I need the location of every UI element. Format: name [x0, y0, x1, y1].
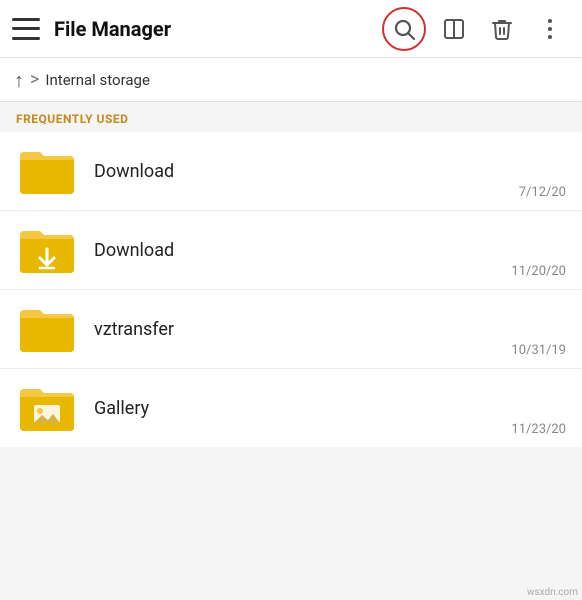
folder-icon-wrap	[16, 300, 78, 358]
section-label: FREQUENTLY USED	[0, 102, 582, 132]
file-info: Gallery	[94, 398, 511, 419]
file-list: Download 7/12/20 Download 11/20/20	[0, 132, 582, 447]
header-actions	[382, 7, 570, 51]
more-options-button[interactable]	[530, 9, 570, 49]
file-date: 7/12/20	[519, 185, 566, 200]
file-name: vztransfer	[94, 319, 511, 340]
trash-icon	[490, 17, 514, 41]
download-folder-icon	[18, 225, 76, 275]
folder-icon	[18, 146, 76, 196]
file-date: 11/23/20	[511, 422, 566, 437]
file-item[interactable]: vztransfer 10/31/19	[0, 290, 582, 369]
file-item[interactable]: Download 11/20/20	[0, 211, 582, 290]
file-name: Download	[94, 161, 519, 182]
file-item[interactable]: Download 7/12/20	[0, 132, 582, 211]
gallery-folder-icon	[18, 383, 76, 433]
menu-icon[interactable]	[12, 18, 40, 40]
file-info: Download	[94, 240, 511, 261]
file-info: vztransfer	[94, 319, 511, 340]
split-screen-icon	[442, 17, 466, 41]
folder-icon-wrap	[16, 221, 78, 279]
file-name: Download	[94, 240, 511, 261]
folder-icon	[18, 304, 76, 354]
header: File Manager	[0, 0, 582, 58]
breadcrumb: ↑ > Internal storage	[0, 58, 582, 102]
app-title: File Manager	[54, 17, 382, 41]
delete-button[interactable]	[482, 9, 522, 49]
search-icon	[392, 17, 416, 41]
more-vert-icon	[547, 17, 553, 41]
file-item[interactable]: Gallery 11/23/20	[0, 369, 582, 447]
watermark: wsxdn.com	[527, 587, 578, 598]
file-date: 10/31/19	[511, 343, 566, 358]
folder-icon-wrap	[16, 142, 78, 200]
search-button[interactable]	[382, 7, 426, 51]
file-meta: 11/23/20	[511, 418, 566, 437]
file-info: Download	[94, 161, 519, 182]
current-path: Internal storage	[45, 71, 150, 89]
file-meta: 7/12/20	[519, 181, 566, 200]
navigate-up-button[interactable]: ↑	[14, 70, 24, 90]
folder-icon-wrap	[16, 379, 78, 437]
file-name: Gallery	[94, 398, 511, 419]
file-date: 11/20/20	[511, 264, 566, 279]
file-meta: 10/31/19	[511, 339, 566, 358]
split-screen-button[interactable]	[434, 9, 474, 49]
file-meta: 11/20/20	[511, 260, 566, 279]
breadcrumb-separator: >	[30, 69, 39, 90]
